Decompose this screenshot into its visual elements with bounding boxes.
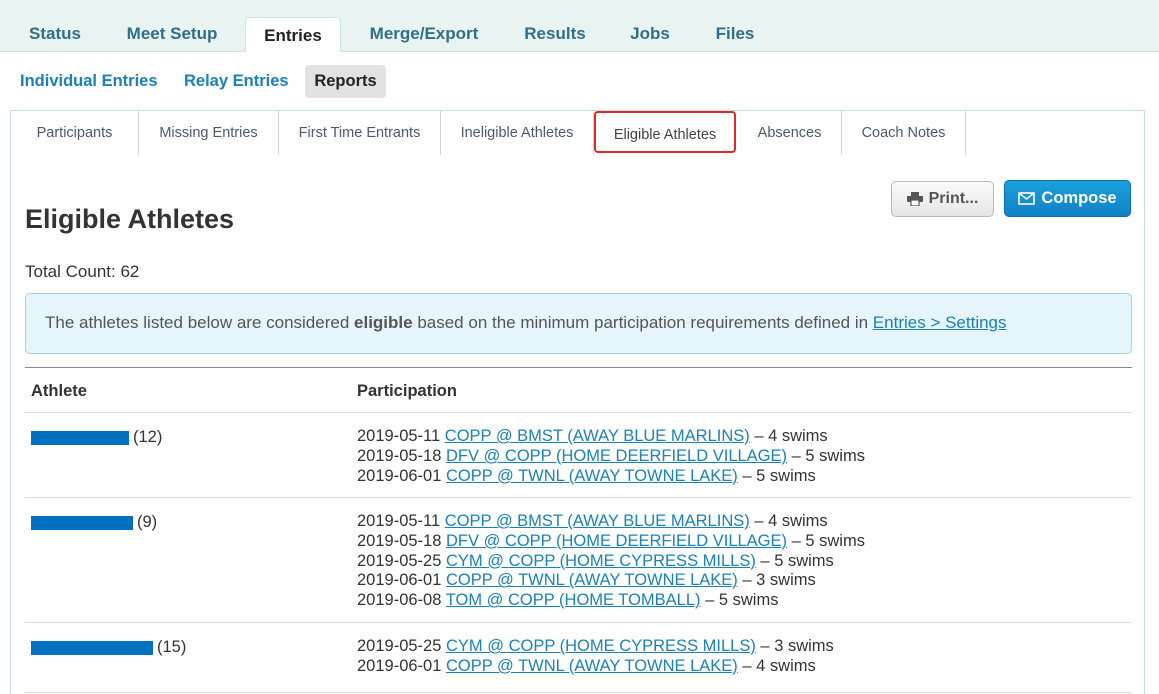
tab-jobs[interactable]: Jobs <box>628 14 672 52</box>
info-text-after: based on the minimum participation requi… <box>412 313 873 332</box>
athlete-entry-count: (15) <box>157 638 187 656</box>
swim-count: – 4 swims <box>749 512 828 530</box>
participation-line: 2019-05-11 COPP @ BMST (AWAY BLUE MARLIN… <box>357 512 865 532</box>
meet-link[interactable]: CYM @ COPP (HOME CYPRESS MILLS) <box>446 552 756 570</box>
report-tab-coach-notes[interactable]: Coach Notes <box>842 111 966 155</box>
report-tab-first-time-entrants[interactable]: First Time Entrants <box>279 111 441 155</box>
participation-line: 2019-05-25 CYM @ COPP (HOME CYPRESS MILL… <box>357 552 865 572</box>
athlete-entry-count: (12) <box>133 428 163 446</box>
eligible-athletes-table: Athlete Participation (12) 2019-05-11 COP… <box>25 367 1132 693</box>
report-tab-missing-entries[interactable]: Missing Entries <box>139 111 279 155</box>
participation-line: 2019-05-11 COPP @ BMST (AWAY BLUE MARLIN… <box>357 427 865 447</box>
tab-meet-setup[interactable]: Meet Setup <box>124 14 220 52</box>
participation-line: 2019-06-01 COPP @ TWNL (AWAY TOWNE LAKE)… <box>357 571 865 591</box>
redacted-athlete-name[interactable] <box>31 515 133 530</box>
tab-merge-export[interactable]: Merge/Export <box>366 14 482 52</box>
compose-label: Compose <box>1041 189 1117 207</box>
athlete-entry-count: (9) <box>137 513 158 531</box>
meet-link[interactable]: COPP @ BMST (AWAY BLUE MARLINS) <box>445 427 750 445</box>
participation-line: 2019-06-08 TOM @ COPP (HOME TOMBALL) – 5… <box>357 591 865 611</box>
participation-line: 2019-05-18 DFV @ COPP (HOME DEERFIELD VI… <box>357 532 865 552</box>
swim-count: – 4 swims <box>749 427 828 445</box>
participation-cell: 2019-05-11 COPP @ BMST (AWAY BLUE MARLIN… <box>357 427 865 486</box>
compose-button[interactable]: Compose <box>1004 180 1131 217</box>
page-title: Eligible Athletes <box>25 204 235 234</box>
redacted-athlete-name[interactable] <box>31 430 129 445</box>
athlete-cell: (12) <box>31 428 162 447</box>
swim-count: – 5 swims <box>737 466 816 485</box>
participation-line: 2019-06-01 COPP @ TWNL (AWAY TOWNE LAKE)… <box>357 467 865 487</box>
participation-line: 2019-06-01 COPP @ TWNL (AWAY TOWNE LAKE)… <box>357 657 834 677</box>
meet-link[interactable]: CYM @ COPP (HOME CYPRESS MILLS) <box>446 637 756 655</box>
printer-icon <box>906 192 923 206</box>
meet-link[interactable]: COPP @ TWNL (AWAY TOWNE LAKE) <box>446 657 738 675</box>
meet-date: 2019-05-18 <box>357 446 442 465</box>
meet-date: 2019-06-01 <box>357 656 442 675</box>
participation-cell: 2019-05-25 CYM @ COPP (HOME CYPRESS MILL… <box>357 637 834 677</box>
info-text-bold: eligible <box>354 313 413 332</box>
swim-count: – 3 swims <box>755 637 834 655</box>
redacted-athlete-name[interactable] <box>31 640 153 655</box>
info-text-before: The athletes listed below are considered <box>45 313 355 332</box>
table-row: (15) 2019-05-25 CYM @ COPP (HOME CYPRESS … <box>25 623 1132 693</box>
swim-count: – 5 swims <box>787 446 865 465</box>
tab-entries[interactable]: Entries <box>245 17 341 53</box>
meet-date: 2019-05-18 <box>357 531 442 550</box>
participation-line: 2019-05-18 DFV @ COPP (HOME DEERFIELD VI… <box>357 447 865 467</box>
info-alert: The athletes listed below are considered… <box>25 293 1132 354</box>
meet-date: 2019-06-08 <box>357 591 442 610</box>
meet-link[interactable]: COPP @ TWNL (AWAY TOWNE LAKE) <box>446 571 738 589</box>
sub-tab-relay-entries[interactable]: Relay Entries <box>184 65 289 98</box>
meet-link[interactable]: COPP @ BMST (AWAY BLUE MARLINS) <box>445 512 750 530</box>
meet-link[interactable]: DFV @ COPP (HOME DEERFIELD VILLAGE) <box>446 447 787 465</box>
swim-count: – 5 swims <box>755 551 834 570</box>
entries-settings-link[interactable]: Entries > Settings <box>873 313 1007 332</box>
meet-link[interactable]: DFV @ COPP (HOME DEERFIELD VILLAGE) <box>446 532 787 550</box>
meet-date: 2019-05-25 <box>357 551 442 570</box>
column-header-athlete: Athlete <box>31 382 87 400</box>
athlete-cell: (15) <box>31 638 186 657</box>
sub-tab-bar: Individual Entries Relay Entries Reports <box>0 52 1159 110</box>
tab-results[interactable]: Results <box>522 14 588 52</box>
meet-date: 2019-06-01 <box>357 466 442 485</box>
table-row: (9) 2019-05-11 COPP @ BMST (AWAY BLUE MAR… <box>25 498 1132 623</box>
table-row: (12) 2019-05-11 COPP @ BMST (AWAY BLUE MA… <box>25 413 1132 498</box>
column-header-participation: Participation <box>357 382 457 400</box>
meet-link[interactable]: COPP @ TWNL (AWAY TOWNE LAKE) <box>446 467 738 485</box>
swim-count: – 4 swims <box>737 656 816 675</box>
sub-tab-individual-entries[interactable]: Individual Entries <box>20 65 158 98</box>
meet-date: 2019-05-11 <box>357 512 441 530</box>
sub-tab-reports[interactable]: Reports <box>305 65 386 98</box>
swim-count: – 5 swims <box>700 591 779 610</box>
report-tab-eligible-athletes[interactable]: Eligible Athletes <box>594 111 736 153</box>
swim-count: – 3 swims <box>737 571 816 590</box>
top-tab-bar: Status Meet Setup Entries Merge/Export R… <box>0 0 1159 53</box>
report-panel: Participants Missing Entries First Time … <box>10 110 1145 694</box>
report-tab-absences[interactable]: Absences <box>738 111 842 155</box>
print-button[interactable]: Print... <box>891 181 994 217</box>
envelope-icon <box>1018 192 1036 205</box>
athlete-cell: (9) <box>31 513 157 532</box>
total-count: Total Count: 62 <box>25 262 140 281</box>
swim-count: – 5 swims <box>787 531 865 550</box>
participation-cell: 2019-05-11 COPP @ BMST (AWAY BLUE MARLIN… <box>357 512 865 611</box>
tab-files[interactable]: Files <box>714 14 756 52</box>
meet-date: 2019-05-11 <box>357 427 441 445</box>
meet-date: 2019-05-25 <box>357 637 442 655</box>
report-tab-bar: Participants Missing Entries First Time … <box>11 111 1144 155</box>
meet-date: 2019-06-01 <box>357 571 442 590</box>
participation-line: 2019-05-25 CYM @ COPP (HOME CYPRESS MILL… <box>357 637 834 657</box>
report-tab-ineligible-athletes[interactable]: Ineligible Athletes <box>441 111 594 155</box>
print-label: Print... <box>928 190 979 207</box>
table-header: Athlete Participation <box>25 367 1132 413</box>
report-tab-participants[interactable]: Participants <box>11 111 139 155</box>
meet-link[interactable]: TOM @ COPP (HOME TOMBALL) <box>446 591 701 609</box>
tab-status[interactable]: Status <box>28 14 82 52</box>
